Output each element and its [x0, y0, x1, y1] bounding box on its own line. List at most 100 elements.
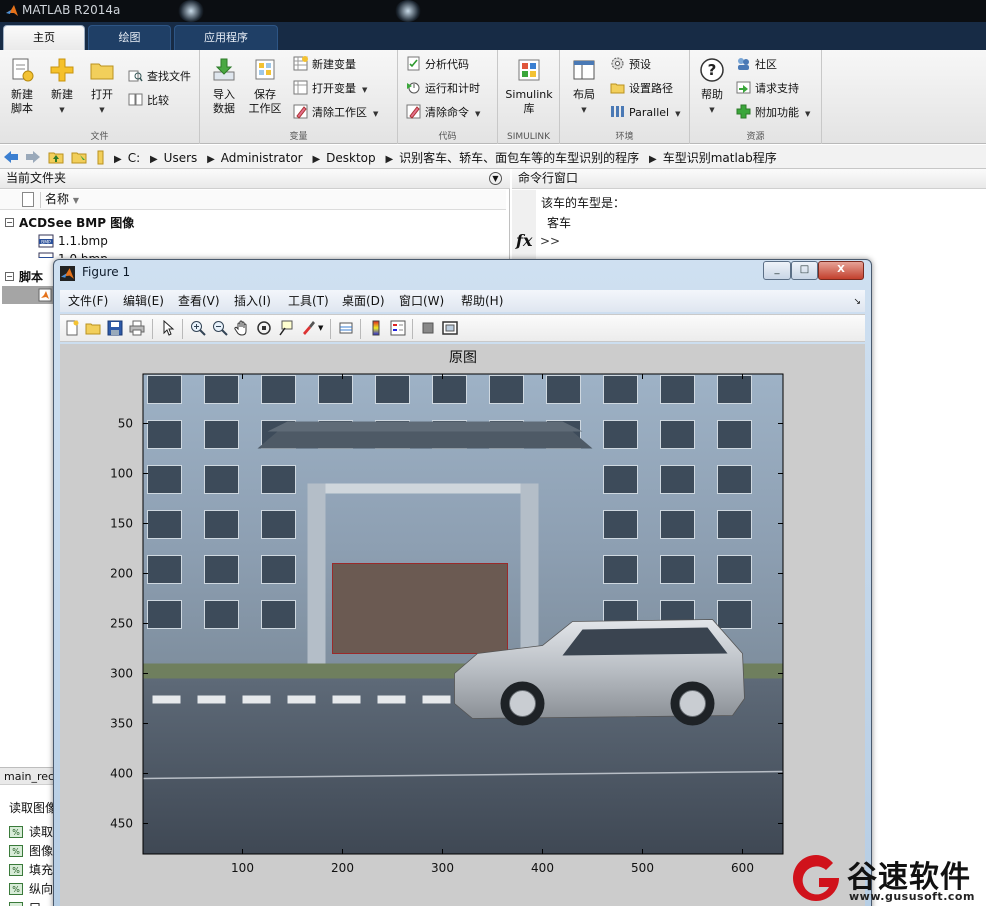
minimize-button[interactable]: _	[763, 261, 791, 280]
simulink-library-button[interactable]: Simulink 库	[504, 56, 554, 116]
forward-arrow-icon[interactable]	[25, 149, 41, 165]
details-cell-label: 纵向	[29, 882, 54, 896]
open-file-icon[interactable]	[85, 320, 101, 336]
preferences-button[interactable]: 预设	[610, 55, 651, 75]
command-window-header: 命令行窗口	[512, 169, 986, 189]
details-cell-item[interactable]: % 填充	[9, 861, 57, 879]
zoom-out-icon[interactable]	[212, 320, 228, 336]
run-and-time-button[interactable]: 运行和计时	[406, 79, 480, 99]
community-button[interactable]: 社区	[736, 55, 777, 75]
details-panel-header[interactable]: main_rec	[0, 767, 60, 785]
details-cell-item[interactable]: % 图像	[9, 842, 57, 860]
request-support-button[interactable]: 请求支持	[736, 79, 799, 99]
brush-icon[interactable]	[300, 320, 316, 336]
set-path-button[interactable]: 设置路径	[610, 79, 673, 99]
figure-window[interactable]: Figure 1 _ □ X 文件(F) 编辑(E) 查看(V) 插入(I) 工…	[53, 259, 872, 906]
selected-file-row[interactable]	[2, 286, 54, 304]
close-button[interactable]: X	[818, 261, 864, 280]
browse-folder-icon[interactable]	[71, 149, 87, 165]
file-row[interactable]: BMP 1.1.bmp	[0, 232, 506, 250]
analyze-code-button[interactable]: 分析代码	[406, 55, 469, 75]
panel-menu-chevron-icon[interactable]: ▼	[489, 172, 502, 185]
show-plot-tools-icon[interactable]	[442, 320, 458, 336]
pointer-arrow-icon[interactable]	[160, 320, 176, 336]
toolbar-separator	[152, 319, 153, 339]
tab-home[interactable]: 主页	[3, 25, 85, 50]
menu-tools[interactable]: 工具(T)	[288, 290, 329, 312]
save-workspace-button[interactable]: 保存 工作区	[243, 56, 287, 116]
breadcrumb-segment[interactable]: Desktop	[326, 151, 376, 165]
breadcrumb-segment[interactable]: Administrator	[221, 151, 303, 165]
details-cell-item[interactable]: % 读取	[9, 823, 57, 841]
tab-plots[interactable]: 绘图	[88, 25, 171, 50]
layout-button[interactable]: 布局 ▼	[562, 56, 606, 117]
figure-titlebar[interactable]: Figure 1 _ □ X	[54, 260, 871, 286]
collapse-minus-icon[interactable]: −	[5, 272, 14, 281]
parallel-button[interactable]: Parallel ▼	[610, 103, 680, 123]
open-variable-button[interactable]: 打开变量 ▼	[293, 79, 367, 99]
breadcrumb-segment[interactable]: 识别客车、轿车、面包车等的车型识别的程序	[399, 151, 639, 165]
save-workspace-icon	[255, 59, 275, 80]
analyze-code-label: 分析代码	[425, 58, 469, 71]
pan-hand-icon[interactable]	[234, 320, 250, 336]
command-output-line: 客车	[547, 216, 572, 230]
zoom-in-icon[interactable]	[190, 320, 206, 336]
file-group-bmp[interactable]: − ACDSee BMP 图像	[0, 214, 506, 232]
details-cell-item[interactable]: 口	[9, 899, 57, 906]
menu-view[interactable]: 查看(V)	[178, 290, 220, 312]
legend-icon[interactable]	[390, 320, 406, 336]
file-row[interactable]: 1.0.bmp	[0, 250, 506, 258]
new-figure-icon[interactable]	[64, 320, 80, 336]
open-button[interactable]: 打开 ▼	[80, 56, 124, 117]
gate-beam	[307, 483, 538, 494]
tab-apps[interactable]: 应用程序	[174, 25, 278, 50]
menu-overflow-icon[interactable]: ↘	[853, 291, 861, 313]
colorbar-icon[interactable]	[368, 320, 384, 336]
menu-insert[interactable]: 插入(I)	[234, 290, 271, 312]
ribbon-group-environment: 布局 ▼ 预设 设置路径 Parallel ▼ 环境	[560, 50, 690, 144]
breadcrumb-segment[interactable]: 车型识别matlab程序	[663, 151, 777, 165]
add-ons-button[interactable]: 附加功能 ▼	[736, 103, 810, 123]
up-folder-icon[interactable]	[48, 149, 64, 165]
hide-plot-tools-icon[interactable]	[420, 320, 436, 336]
details-cell-item[interactable]: % 纵向	[9, 880, 57, 898]
import-data-button[interactable]: 导入 数据	[202, 56, 246, 116]
clear-commands-button[interactable]: 清除命令 ▼	[406, 103, 480, 123]
clear-workspace-button[interactable]: 清除工作区 ▼	[293, 103, 378, 123]
details-title: 读取图像	[9, 801, 55, 815]
name-column-header[interactable]: 名称 ▼	[45, 190, 79, 210]
menu-desktop[interactable]: 桌面(D)	[342, 290, 385, 312]
building-window	[204, 600, 239, 629]
print-icon[interactable]	[129, 320, 145, 336]
chevron-down-icon: ▼	[581, 106, 587, 114]
data-cursor-icon[interactable]	[278, 320, 294, 336]
maximize-button[interactable]: □	[791, 261, 818, 280]
cell-percent-icon: %	[9, 864, 23, 876]
toolbar-separator	[182, 319, 183, 339]
breadcrumb-segment[interactable]: Users	[164, 151, 198, 165]
back-arrow-icon[interactable]	[3, 149, 19, 165]
compare-button[interactable]: 比较	[128, 91, 169, 111]
function-browser-fx-icon[interactable]: fx	[516, 231, 532, 250]
menu-file[interactable]: 文件(F)	[68, 290, 108, 312]
new-variable-button[interactable]: 新建变量	[293, 55, 356, 75]
link-plot-icon[interactable]	[338, 320, 354, 336]
save-disk-icon[interactable]	[107, 320, 123, 336]
file-type-column-icon[interactable]	[22, 192, 34, 207]
chevron-down-icon[interactable]: ▼	[318, 324, 323, 332]
find-files-button[interactable]: 查找文件	[128, 67, 191, 87]
new-button[interactable]: 新建 ▼	[40, 56, 84, 117]
menu-window[interactable]: 窗口(W)	[399, 290, 444, 312]
breadcrumb-segment[interactable]: C:	[128, 151, 140, 165]
menu-help[interactable]: 帮助(H)	[461, 290, 503, 312]
set-path-icon	[610, 83, 625, 94]
menu-edit[interactable]: 编辑(E)	[123, 290, 164, 312]
rotate-3d-icon[interactable]	[256, 320, 272, 336]
building-window	[204, 510, 239, 539]
collapse-minus-icon[interactable]: −	[5, 218, 14, 227]
cell-percent-icon: %	[9, 845, 23, 857]
help-button[interactable]: ? 帮助 ▼	[690, 56, 734, 117]
command-prompt-input[interactable]: >>	[540, 234, 560, 248]
new-script-button[interactable]: 新建 脚本	[0, 56, 44, 116]
figure-canvas[interactable]: 原图 100 200 300 400 500 600 50 100 150 200 250 300 3…	[60, 344, 865, 906]
